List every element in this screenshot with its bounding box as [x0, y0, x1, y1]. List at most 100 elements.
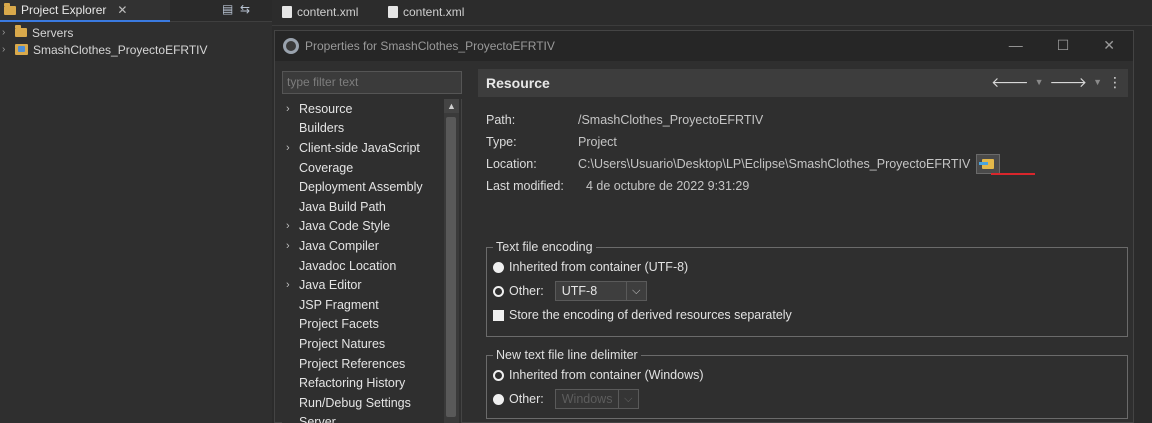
radio-selected[interactable]	[493, 393, 504, 405]
type-value: Project	[578, 135, 617, 149]
chevron-right-icon[interactable]: ›	[286, 279, 299, 291]
category-item[interactable]: Builders	[282, 119, 461, 139]
maximize-button[interactable]: ☐	[1057, 37, 1070, 54]
category-item[interactable]: Deployment Assembly	[282, 177, 461, 197]
category-label: Project Natures	[299, 336, 386, 351]
tree-item-label: SmashClothes_ProyectoEFRTIV	[33, 42, 208, 57]
location-label: Location:	[486, 157, 537, 171]
category-item[interactable]: Java Build Path	[282, 197, 461, 217]
tab-project-explorer[interactable]: Project Explorer ✕	[0, 0, 170, 22]
category-item[interactable]: Project References	[282, 354, 461, 374]
category-item[interactable]: Server	[282, 413, 461, 423]
editor-tab-2[interactable]: content.xml	[388, 2, 464, 22]
file-icon	[282, 6, 292, 18]
chevron-right-icon[interactable]: ›	[286, 220, 299, 232]
close-button[interactable]: ✕	[1103, 37, 1115, 54]
category-item[interactable]: › Java Compiler	[282, 236, 461, 256]
tree-item-servers[interactable]: › Servers	[0, 24, 272, 41]
close-icon[interactable]: ✕	[117, 3, 127, 17]
radio-selected[interactable]	[493, 261, 504, 273]
explorer-header: Project Explorer ✕ ▤ ⇆	[0, 0, 272, 22]
line-delimiter-group: New text file line delimiter Inherited f…	[486, 348, 1128, 419]
radio-unselected[interactable]	[493, 369, 504, 381]
chevron-right-icon[interactable]: ›	[286, 240, 299, 252]
filter-input[interactable]: type filter text	[282, 71, 462, 94]
path-label: Path:	[486, 113, 516, 127]
encoding-select[interactable]: UTF-8 ⌵	[554, 281, 647, 301]
select-value: UTF-8	[561, 284, 598, 298]
chevron-down-icon[interactable]: ▼	[1035, 74, 1044, 91]
scroll-up-icon[interactable]: ▲	[444, 99, 459, 113]
delimiter-other-radio[interactable]: Other: Windows ⌵	[487, 386, 1127, 412]
history-nav: 🡐 ▼ 🡒 ▼ ⋮	[991, 74, 1122, 91]
category-item[interactable]: Project Facets	[282, 315, 461, 335]
properties-dialog: Properties for SmashClothes_ProyectoEFRT…	[274, 30, 1134, 423]
chevron-right-icon[interactable]: ›	[2, 44, 10, 55]
chevron-right-icon[interactable]: ›	[2, 27, 10, 38]
checkbox-label: Store the encoding of derived resources …	[509, 308, 792, 322]
category-item[interactable]: Coverage	[282, 158, 461, 178]
radio-label: Other:	[509, 392, 544, 406]
category-label: Java Compiler	[299, 238, 379, 253]
category-label: Refactoring History	[299, 376, 406, 391]
category-item[interactable]: › Client-side JavaScript	[282, 138, 461, 158]
checkbox[interactable]	[493, 309, 504, 321]
link-editor-icon[interactable]: ⇆	[240, 3, 252, 15]
category-tree: › Resource Builders › Client-side JavaScript…	[282, 99, 462, 423]
folder-icon	[15, 25, 27, 37]
project-tree: › Servers › SmashClothes_ProyectoEFRTIV	[0, 22, 272, 58]
tree-item-label: Servers	[32, 25, 74, 40]
category-label: Resource	[299, 101, 353, 116]
category-item[interactable]: Run/Debug Settings	[282, 393, 461, 413]
gear-icon	[283, 38, 299, 54]
path-value: /SmashClothes_ProyectoEFRTIV	[578, 113, 764, 127]
category-item[interactable]: Javadoc Location	[282, 256, 461, 276]
panel-header: Resource 🡐 ▼ 🡒 ▼ ⋮	[478, 69, 1128, 97]
collapse-all-icon[interactable]: ▤	[222, 3, 234, 15]
scrollbar-thumb[interactable]	[446, 117, 456, 417]
category-label: Client-side JavaScript	[299, 140, 420, 155]
chevron-right-icon[interactable]: ›	[286, 103, 299, 115]
explorer-toolbar: ▤ ⇆	[222, 3, 252, 15]
category-scrollbar[interactable]: ▲	[444, 99, 459, 423]
category-item[interactable]: JSP Fragment	[282, 295, 461, 315]
editor-tab-1[interactable]: content.xml	[282, 2, 358, 22]
radio-label: Other:	[509, 284, 544, 298]
group-label: Text file encoding	[493, 240, 596, 254]
chevron-down-icon[interactable]: ⌵	[625, 282, 646, 300]
delimiter-inherited-radio[interactable]: Inherited from container (Windows)	[487, 364, 1127, 386]
category-item[interactable]: › Java Code Style	[282, 217, 461, 237]
modified-row: Last modified: 4 de octubre de 2022 9:31…	[486, 175, 1000, 197]
folder-icon	[4, 2, 16, 15]
resource-properties: Path: /SmashClothes_ProyectoEFRTIV Type:…	[486, 109, 1001, 197]
minimize-button[interactable]: —	[1009, 37, 1023, 54]
more-menu-icon[interactable]: ⋮	[1108, 74, 1122, 91]
category-label: Deployment Assembly	[299, 180, 423, 195]
category-item[interactable]: › Resource	[282, 99, 461, 119]
category-label: Javadoc Location	[299, 258, 397, 273]
category-item[interactable]: › Java Editor	[282, 275, 461, 295]
forward-arrow-icon[interactable]: 🡒	[1050, 74, 1088, 91]
radio-unselected[interactable]	[493, 285, 504, 297]
chevron-right-icon[interactable]: ›	[286, 142, 299, 154]
file-icon	[388, 6, 398, 18]
editor-tab-label: content.xml	[403, 5, 465, 19]
category-label: Java Code Style	[299, 219, 391, 234]
show-in-explorer-button[interactable]	[976, 154, 1001, 174]
delimiter-select: Windows ⌵	[554, 389, 639, 409]
back-arrow-icon[interactable]: 🡐	[991, 74, 1029, 91]
location-row: Location: C:\Users\Usuario\Desktop\LP\Ec…	[486, 153, 1001, 175]
category-item[interactable]: Project Natures	[282, 334, 461, 354]
category-item[interactable]: Refactoring History	[282, 373, 461, 393]
dialog-titlebar[interactable]: Properties for SmashClothes_ProyectoEFRT…	[275, 31, 1133, 61]
encoding-other-radio[interactable]: Other: UTF-8 ⌵	[487, 278, 1127, 304]
chevron-down-icon[interactable]: ▼	[1093, 74, 1102, 91]
radio-label: Inherited from container (Windows)	[509, 368, 704, 382]
category-label: Coverage	[299, 160, 354, 175]
store-encoding-checkbox[interactable]: Store the encoding of derived resources …	[487, 304, 1127, 326]
tree-item-project[interactable]: › SmashClothes_ProyectoEFRTIV	[0, 41, 272, 58]
encoding-inherited-radio[interactable]: Inherited from container (UTF-8)	[487, 256, 1127, 278]
category-label: Server	[299, 415, 336, 423]
resource-panel: Resource 🡐 ▼ 🡒 ▼ ⋮ Path: /SmashClothes_P…	[478, 69, 1128, 423]
page-title: Resource	[486, 75, 550, 91]
